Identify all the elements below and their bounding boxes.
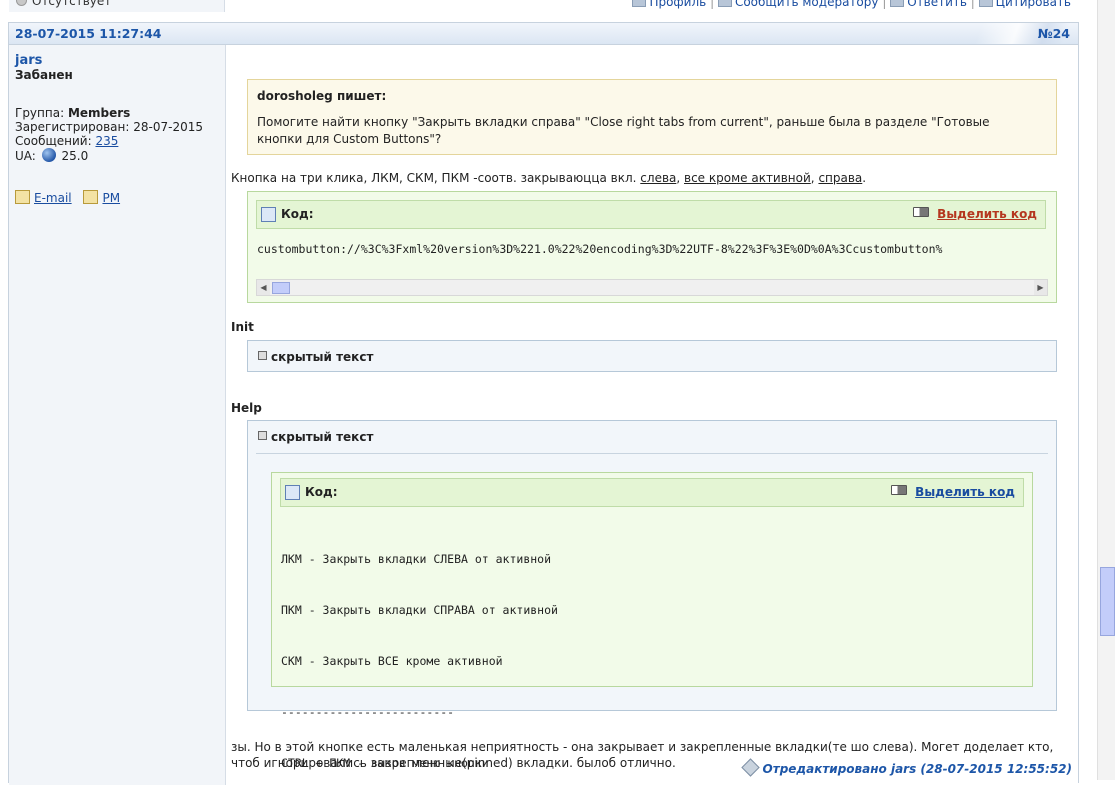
select-code-button-2[interactable]: Выделить код [915,485,1015,499]
select-code-1: Выделить код [913,207,1037,221]
all-except-active-link[interactable]: все кроме активной [684,171,811,185]
spoiler-toggle-1[interactable]: скрытый текст [258,350,373,364]
init-heading: Init [231,320,254,334]
select-code-2: Выделить код [891,485,1015,499]
username-link[interactable]: jars [15,53,42,68]
scrollbar-thumb[interactable] [272,282,290,294]
quote-link[interactable]: Цитировать [996,0,1071,9]
right-link[interactable]: справа [818,171,862,185]
reply-link[interactable]: Ответить [907,0,967,9]
user-info-column: jars Забанен Группа: Members Зарегистрир… [9,45,226,785]
select-code-button-1[interactable]: Выделить код [937,207,1037,221]
user-agent: UA: 25.0 [15,148,89,163]
forum-post: 28-07-2015 11:27:44 №24 jars Забанен Гру… [8,22,1079,785]
offline-status-icon [16,0,27,6]
page-scrollbar-thumb[interactable] [1100,567,1115,636]
scroll-right-arrow-icon[interactable]: ▶ [1034,280,1047,295]
code-block-1-content: custombutton://%3C%3Fxml%20version%3D%22… [257,242,943,256]
code-line: ПКМ - Закрыть вкладки СПРАВА от активной [281,603,558,617]
code-line: ЛКМ - Закрыть вкладки СЛЕВА от активной [281,552,552,566]
user-details: Группа: Members Зарегистрирован: 28-07-2… [15,106,203,163]
reply-icon [890,0,905,7]
quote-block: dorosholeg пишет: Помогите найти кнопку … [247,79,1057,155]
email-icon [15,190,30,204]
collapse-icon [258,431,267,440]
previous-post-footer: Отсутствует Профиль | Сообщить модератор… [0,0,1097,12]
code-block-1-header: Код: Выделить код [256,200,1046,229]
code-horizontal-scrollbar[interactable]: ◀ ▶ [256,279,1048,296]
code-icon [261,207,276,222]
quote-text: Помогите найти кнопку "Закрыть вкладки с… [257,115,990,146]
expand-icon [258,351,267,360]
email-link[interactable]: E-mail [34,191,72,205]
scroll-left-arrow-icon[interactable]: ◀ [257,280,270,295]
code-block-2-header: Код: Выделить код [280,478,1024,507]
user-group: Группа: Members [15,106,131,120]
profile-link[interactable]: Профиль [649,0,706,9]
code-block-2: Код: Выделить код ЛКМ - Закрыть вкладки … [271,472,1033,770]
post-action-links: Профиль | Сообщить модератору | Ответить… [632,0,1071,9]
user-title: Забанен [15,68,73,82]
messages-count-link[interactable]: 235 [95,134,118,148]
report-icon [717,0,732,7]
edited-note: Отредактировано jars (28-07-2015 12:55:5… [740,758,1072,778]
select-code-icon [891,485,908,495]
spoiler-toggle-2[interactable]: скрытый текст [258,430,373,444]
code-line: ------------------------- [281,705,455,719]
post-number-link[interactable]: №24 [1038,26,1070,41]
post-header: 28-07-2015 11:27:44 №24 [9,23,1078,45]
left-link[interactable]: слева [640,171,676,185]
edit-pencil-icon [740,758,760,777]
post-date: 28-07-2015 11:27:44 [15,26,162,41]
spoiler-init[interactable]: скрытый текст [247,340,1057,372]
user-status: Отсутствует [16,0,111,8]
user-contact-links: E-mail PM [15,190,128,205]
code-icon [285,485,300,500]
pm-link[interactable]: PM [102,191,120,205]
quote-author: dorosholeg пишет: [257,89,387,103]
user-messages: Сообщений: 235 [15,134,119,148]
code-block-1: Код: Выделить код custombutton://%3C%3Fx… [247,191,1057,303]
help-heading: Help [231,401,262,415]
profile-icon [632,0,647,7]
spoiler-help: скрытый текст Код: Выделить код ЛКМ - За… [247,420,1057,770]
spoiler-divider [256,453,1048,454]
intro-paragraph: Кнопка на три клика, ЛКМ, СКМ, ПКМ -соот… [231,171,867,185]
code-line: СКМ - Закрыть ВСЕ кроме активной [281,654,503,668]
user-registered: Зарегистрирован: 28-07-2015 [15,120,204,134]
pm-icon [83,190,99,204]
report-moderator-link[interactable]: Сообщить модератору [735,0,879,9]
browser-globe-icon [41,148,56,162]
quote-icon [978,0,993,7]
select-code-icon [913,207,930,217]
page-vertical-scrollbar[interactable] [1097,0,1115,780]
